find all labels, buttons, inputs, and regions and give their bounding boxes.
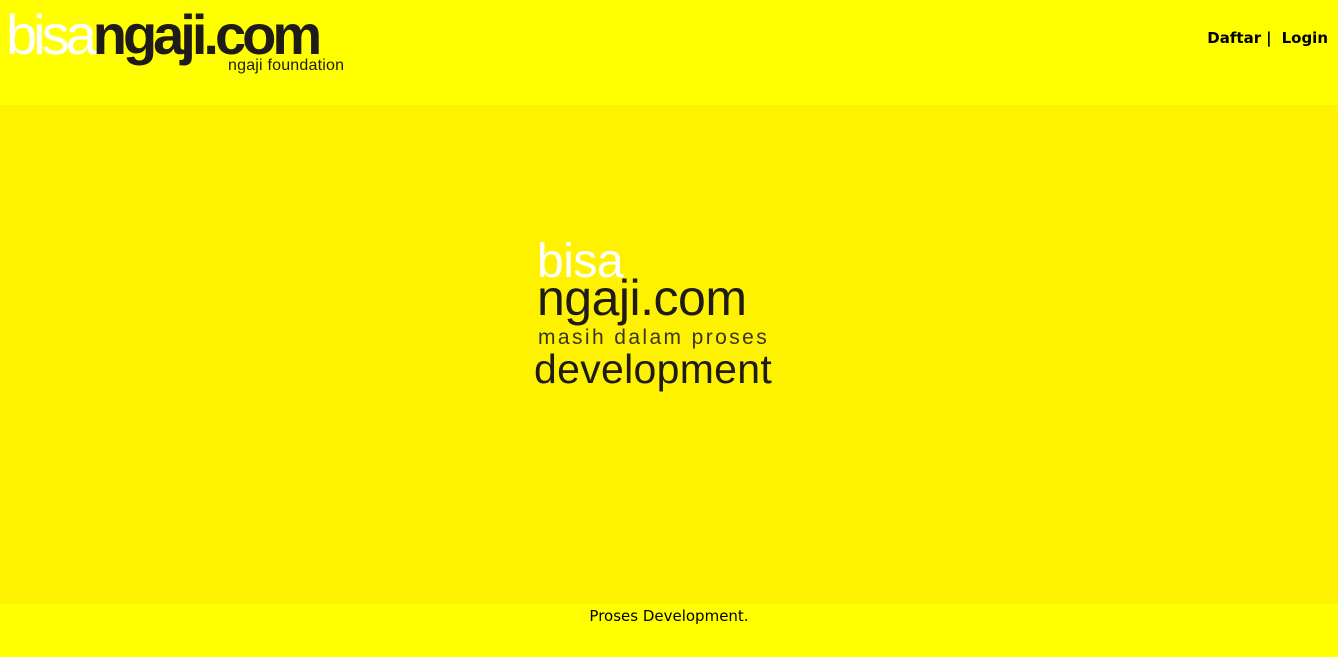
- daftar-link[interactable]: Daftar: [1207, 28, 1261, 48]
- logo-tagline: ngaji foundation: [228, 57, 345, 74]
- footer-text: Proses Development.: [589, 607, 749, 625]
- header-nav: Daftar | Login: [1207, 28, 1328, 48]
- login-link[interactable]: Login: [1282, 28, 1328, 48]
- hero-banner: bisa ngaji.com masih dalam proses develo…: [0, 105, 1338, 604]
- hero-development-text: development: [534, 346, 773, 392]
- logo-bisa-text: bisa: [6, 3, 97, 66]
- hero-logo: bisa ngaji.com masih dalam proses develo…: [534, 237, 794, 397]
- page: bisangaji.com ngaji foundation Daftar | …: [0, 0, 1338, 657]
- nav-separator: |: [1266, 29, 1272, 47]
- site-logo[interactable]: bisangaji.com ngaji foundation: [6, 2, 366, 82]
- site-footer: Proses Development.: [0, 604, 1338, 657]
- site-header: bisangaji.com ngaji foundation Daftar | …: [0, 0, 1338, 105]
- hero-ngaji-text: ngaji.com: [537, 270, 747, 326]
